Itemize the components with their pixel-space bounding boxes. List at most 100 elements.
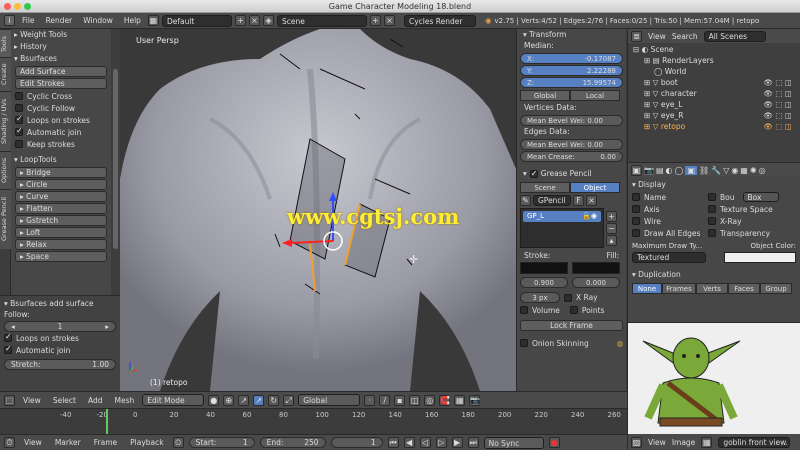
data-tab-icon[interactable]: ▽ (723, 166, 729, 175)
scale-manipulator-icon[interactable]: ⤢ (283, 394, 295, 406)
checkbox[interactable] (564, 293, 572, 302)
render-preview-icon[interactable]: 📷 (469, 394, 481, 406)
panel-looptools[interactable]: ▾ LoopTools (11, 154, 111, 166)
points-toggle[interactable]: Points (569, 304, 604, 316)
timeline-marker-menu[interactable]: Marker (51, 438, 85, 447)
frame-start-field[interactable]: Start: 1 (188, 437, 255, 448)
checkbox[interactable] (520, 306, 528, 314)
jump-end-icon[interactable]: ⏭ (467, 437, 479, 448)
display-name-toggle[interactable]: Name (632, 191, 708, 203)
duplication-frames[interactable]: Frames (662, 283, 696, 294)
loops-on-strokes-toggle-2[interactable]: Loops on strokes (4, 332, 116, 344)
xray-toggle[interactable]: X Ray (564, 292, 598, 304)
looptools-circle-button[interactable]: ▸ Circle (15, 179, 107, 190)
stroke-color-swatch[interactable] (520, 262, 568, 274)
outliner-item-eye-l[interactable]: ⊞ ▽ eye_L 👁 ⬚ ◫ (630, 99, 798, 110)
snap-element-icon[interactable]: ▦ (454, 394, 466, 406)
volume-toggle[interactable]: Volume (520, 304, 560, 316)
scene-tab-icon[interactable]: ◐ (666, 166, 673, 175)
visibility-eye-icon[interactable]: 👁 ⬚ ◫ (764, 77, 792, 88)
follow-field[interactable]: ◂ 1 ▸ (4, 321, 116, 332)
viewport-shading-icon[interactable]: ● (208, 394, 220, 406)
tab-create[interactable]: Create (0, 57, 11, 91)
panel-display[interactable]: ▾ Display (632, 179, 796, 191)
automatic-join-toggle-2[interactable]: Automatic join (4, 344, 116, 356)
translate-manipulator-icon[interactable]: ↗ (253, 394, 265, 406)
frame-end-field[interactable]: End: 250 (259, 437, 326, 448)
menu-file[interactable]: File (18, 16, 39, 25)
display-texture-space-toggle[interactable]: Texture Space (708, 203, 796, 215)
max-draw-type-select[interactable]: Textured (632, 252, 706, 263)
looptools-bridge-button[interactable]: ▸ Bridge (15, 167, 107, 178)
checkbox[interactable] (708, 205, 716, 213)
outliner-item-world[interactable]: ◯ World (630, 66, 798, 77)
global-toggle[interactable]: Global (520, 90, 570, 101)
manipulator-toggle-icon[interactable]: ↗ (238, 394, 250, 406)
expand-arrow-icon[interactable]: ⊞ (644, 89, 653, 98)
checkbox[interactable] (520, 339, 528, 347)
next-keyframe-icon[interactable]: ▶ (451, 437, 463, 448)
close-window-button[interactable] (4, 3, 11, 10)
panel-transform[interactable]: ▾ Transform (520, 29, 623, 41)
stroke-thickness-field[interactable]: 3 px (520, 292, 560, 303)
expand-arrow-icon[interactable]: ⊞ (644, 111, 653, 120)
image-browse-icon[interactable]: ▦ (701, 436, 713, 448)
checkbox[interactable] (4, 344, 12, 354)
modifiers-tab-icon[interactable]: 🔧 (711, 166, 721, 175)
loops-on-strokes-toggle[interactable]: Loops on strokes (15, 114, 107, 126)
jump-start-icon[interactable]: ⏮ (387, 437, 399, 448)
looptools-relax-button[interactable]: ▸ Relax (15, 239, 107, 250)
render-engine-selector[interactable]: Cycles Render (403, 14, 476, 27)
zoom-window-button[interactable] (24, 3, 31, 10)
checkbox[interactable] (15, 92, 23, 100)
cyclic-cross-toggle[interactable]: Cyclic Cross (15, 90, 107, 102)
add-layer-icon[interactable]: + (606, 210, 617, 222)
median-x-field[interactable]: X: -0.17087 (520, 53, 623, 64)
physics-tab-icon[interactable]: ◎ (759, 166, 766, 175)
automatic-join-toggle[interactable]: Automatic join (15, 126, 107, 138)
expand-arrow-icon[interactable]: ⊞ (644, 100, 653, 109)
stroke-opacity-field[interactable]: 0.900 (520, 277, 568, 288)
viewport-add-menu[interactable]: Add (84, 396, 107, 405)
scene-browse-icon[interactable]: ◈ (262, 15, 274, 26)
grease-layer-item[interactable]: GP_L 🔓◉ (523, 211, 601, 222)
outliner-item-scene[interactable]: ⊟ ◐ Scene (630, 44, 798, 55)
grease-source-scene[interactable]: Scene (520, 182, 570, 193)
layout-remove-icon[interactable]: × (248, 15, 260, 26)
checkbox[interactable] (708, 217, 716, 225)
3d-viewport[interactable]: User Persp (1) retopo www.cgtsj.com ✛ (120, 29, 516, 391)
outliner-item-eye-r[interactable]: ⊞ ▽ eye_R 👁 ⬚ ◫ (630, 110, 798, 121)
scene-remove-icon[interactable]: × (383, 15, 395, 26)
checkbox[interactable] (15, 114, 23, 124)
duplication-verts[interactable]: Verts (696, 283, 728, 294)
expand-arrow-icon[interactable]: ⊞ (644, 122, 653, 131)
panel-grease-pencil[interactable]: ▾Grease Pencil (520, 168, 623, 180)
image-view-menu[interactable]: View (648, 438, 666, 447)
texture-tab-icon[interactable]: ▦ (740, 166, 748, 175)
keep-strokes-toggle[interactable]: Keep strokes (15, 138, 107, 150)
expand-arrow-icon[interactable]: ⊞ (644, 56, 653, 65)
fill-opacity-field[interactable]: 0.000 (572, 277, 620, 288)
rotate-manipulator-icon[interactable]: ↻ (268, 394, 280, 406)
constraints-tab-icon[interactable]: ⛓ (699, 166, 709, 175)
object-color-swatch[interactable] (724, 252, 796, 263)
tab-grease-pencil[interactable]: Grease Pencil (0, 189, 11, 249)
proportional-edit-icon[interactable]: ◎ (424, 394, 436, 406)
layout-selector[interactable]: Default (161, 14, 232, 27)
menu-render[interactable]: Render (42, 16, 77, 25)
checkbox[interactable] (15, 126, 23, 136)
snap-toggle-icon[interactable]: 🧲 (439, 394, 451, 406)
edit-strokes-button[interactable]: Edit Strokes (15, 78, 107, 89)
pencil-icon[interactable]: ✎ (520, 195, 531, 206)
checkbox[interactable] (4, 332, 12, 342)
decrement-arrow-icon[interactable]: ◂ (11, 322, 15, 331)
checkbox[interactable] (15, 140, 23, 148)
outliner-display-mode[interactable]: All Scenes (703, 30, 766, 42)
menu-help[interactable]: Help (120, 16, 145, 25)
play-reverse-icon[interactable]: ◁ (419, 437, 431, 448)
visibility-eye-icon[interactable]: 👁 ⬚ ◫ (764, 121, 792, 132)
looptools-space-button[interactable]: ▸ Space (15, 251, 107, 262)
properties-editor-icon[interactable]: ▣ (631, 164, 642, 176)
visibility-eye-icon[interactable]: 👁 ⬚ ◫ (764, 99, 792, 110)
editor-type-icon[interactable]: i (4, 15, 15, 26)
